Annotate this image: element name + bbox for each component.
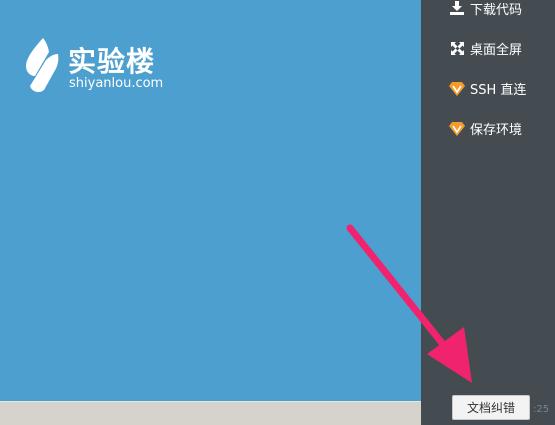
download-icon	[449, 0, 465, 16]
logo-subtitle: shiyanlou.com	[69, 76, 164, 91]
download-code-button[interactable]: 下载代码	[449, 0, 522, 19]
logo-title: 实验楼	[68, 45, 156, 78]
clock-text: :25	[533, 404, 550, 415]
desktop-taskbar	[0, 401, 421, 425]
vip-gem-icon	[449, 80, 465, 96]
ssh-connect-label: SSH 直连	[470, 82, 527, 98]
screen: 实验楼 shiyanlou.com 下载代码 桌面全屏 SSH 直连 保存环境 …	[0, 0, 555, 425]
shiyanlou-logo: 实验楼 shiyanlou.com	[22, 36, 172, 98]
fullscreen-label: 桌面全屏	[470, 42, 523, 58]
vip-gem-icon	[449, 120, 465, 136]
save-environment-button[interactable]: 保存环境	[449, 117, 522, 139]
fullscreen-icon	[449, 40, 465, 56]
doc-feedback-button[interactable]: 文档纠错	[452, 395, 530, 420]
toolbar-panel: 下载代码 桌面全屏 SSH 直连 保存环境	[421, 0, 555, 425]
shiyanlou-logo-icon	[26, 38, 59, 93]
fullscreen-button[interactable]: 桌面全屏	[449, 37, 522, 59]
save-environment-label: 保存环境	[470, 122, 523, 138]
remote-desktop[interactable]: 实验楼 shiyanlou.com	[0, 0, 421, 401]
ssh-connect-button[interactable]: SSH 直连	[449, 77, 526, 99]
download-code-label: 下载代码	[470, 2, 523, 18]
